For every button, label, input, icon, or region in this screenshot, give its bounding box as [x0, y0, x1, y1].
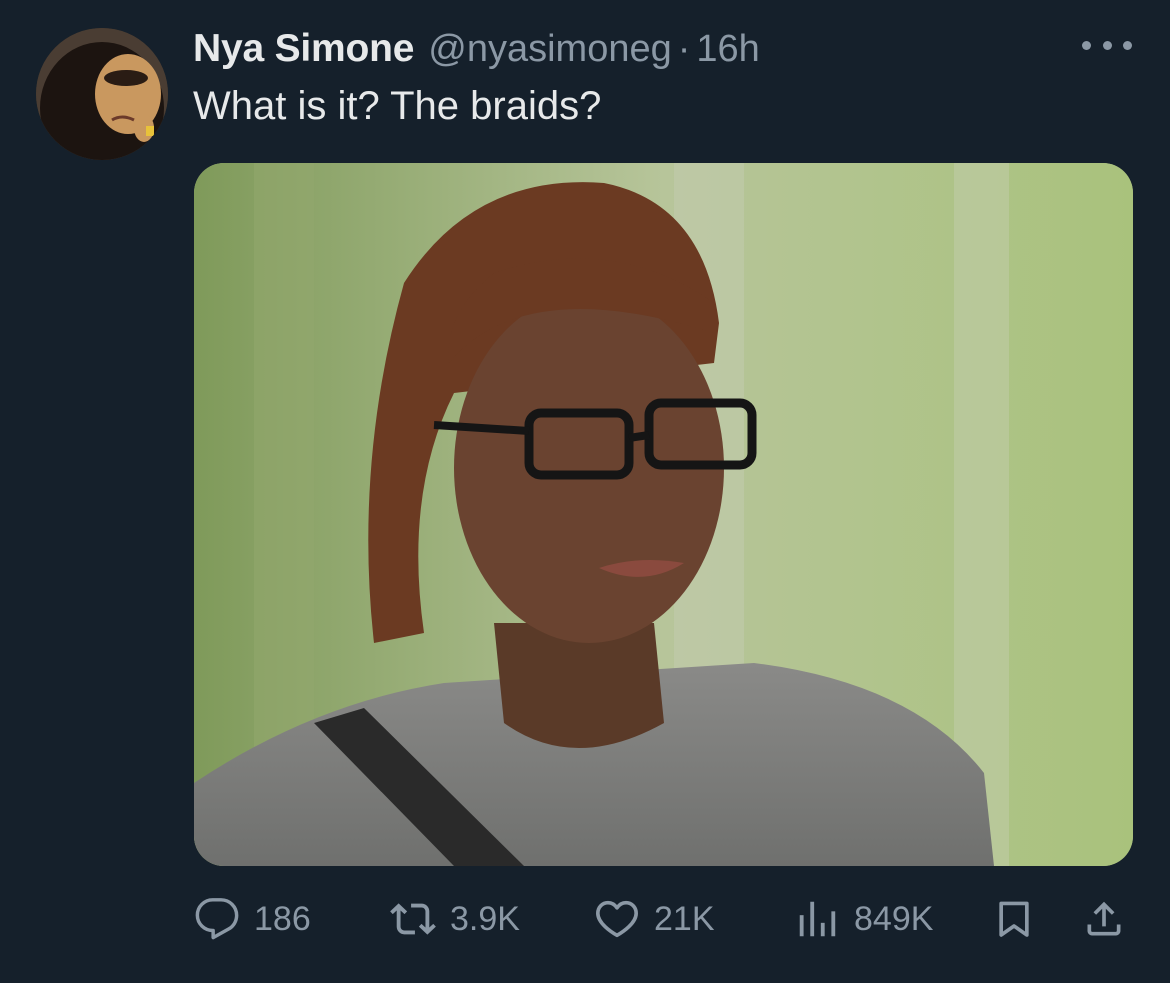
more-icon[interactable] — [1082, 30, 1132, 60]
views-count: 849K — [854, 899, 934, 938]
like-button[interactable]: 21K — [594, 893, 715, 945]
separator-dot: · — [677, 27, 691, 70]
reply-icon — [195, 898, 239, 940]
timestamp[interactable]: 16h — [696, 28, 759, 71]
reply-count: 186 — [254, 899, 311, 938]
share-button[interactable] — [1082, 893, 1126, 945]
bookmark-button[interactable] — [992, 893, 1036, 945]
avatar[interactable] — [36, 28, 168, 160]
display-name[interactable]: Nya Simone — [193, 27, 414, 71]
media-image — [194, 163, 1133, 866]
tweet-text: What is it? The braids? — [193, 84, 602, 128]
retweet-icon — [390, 903, 436, 935]
views-button[interactable]: 849K — [794, 893, 933, 945]
analytics-icon — [799, 901, 836, 937]
more-dot — [1123, 40, 1132, 50]
retweet-count: 3.9K — [450, 899, 520, 938]
more-dot — [1082, 40, 1091, 50]
user-handle[interactable]: @nyasimoneg — [428, 28, 671, 71]
bookmark-icon — [999, 901, 1029, 937]
tweet-header: Nya Simone @nyasimoneg · 16h — [193, 27, 760, 71]
tweet-media-photo[interactable] — [194, 163, 1133, 866]
avatar-photo — [36, 28, 168, 160]
tweet: Nya Simone @nyasimoneg · 16h What is it?… — [0, 0, 1170, 983]
tweet-actions: 186 3.9K 21K 849K — [194, 893, 1134, 945]
like-count: 21K — [654, 899, 715, 938]
retweet-button[interactable]: 3.9K — [390, 893, 520, 945]
heart-icon — [596, 900, 638, 938]
reply-button[interactable]: 186 — [194, 893, 311, 945]
share-icon — [1087, 901, 1121, 936]
more-dot — [1102, 40, 1112, 50]
